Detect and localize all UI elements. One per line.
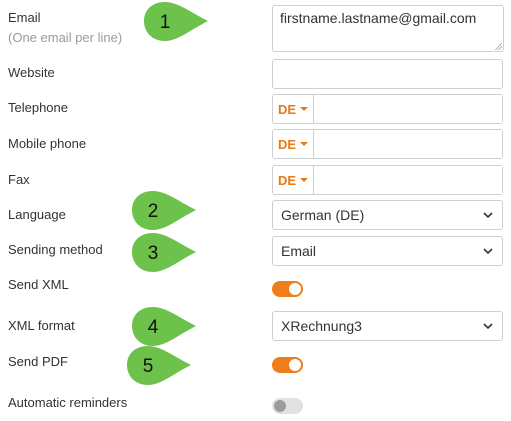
chevron-down-icon (483, 248, 493, 255)
callout-marker-4: 4 (132, 307, 196, 346)
svg-text:3: 3 (148, 243, 159, 264)
website-input[interactable] (272, 59, 503, 89)
svg-text:4: 4 (148, 317, 159, 338)
callout-marker-5: 5 (127, 346, 191, 385)
chevron-down-icon (483, 212, 493, 219)
telephone-country-dropdown[interactable]: DE (273, 95, 314, 123)
send-xml-label: Send XML (8, 277, 69, 292)
fax-field: DE (272, 165, 503, 195)
xml-format-value: XRechnung3 (281, 318, 362, 334)
sending-method-value: Email (281, 243, 317, 259)
send-pdf-toggle[interactable] (272, 357, 303, 373)
caret-down-icon (300, 107, 309, 111)
email-label: Email (8, 10, 41, 25)
callout-marker-1: 1 (144, 2, 208, 41)
svg-text:1: 1 (160, 12, 171, 33)
callout-marker-2: 2 (132, 191, 196, 230)
telephone-label: Telephone (8, 100, 68, 115)
caret-down-icon (300, 178, 309, 182)
auto-reminders-toggle[interactable] (272, 398, 303, 414)
telephone-field: DE (272, 94, 503, 124)
resize-grip-icon[interactable] (494, 42, 502, 50)
language-select[interactable]: German (DE) (272, 200, 503, 230)
sending-method-select[interactable]: Email (272, 236, 503, 266)
email-textarea[interactable]: firstname.lastname@gmail.com (272, 5, 504, 52)
send-xml-toggle[interactable] (272, 281, 303, 297)
language-value: German (DE) (281, 207, 365, 223)
svg-text:5: 5 (143, 356, 154, 377)
language-label: Language (8, 207, 66, 222)
toggle-knob (289, 283, 301, 295)
mobile-label: Mobile phone (8, 136, 87, 151)
country-code: DE (277, 101, 297, 117)
fax-country-dropdown[interactable]: DE (273, 166, 314, 194)
callout-marker-3: 3 (132, 233, 196, 272)
xml-format-select[interactable]: XRechnung3 (272, 311, 503, 341)
send-pdf-label: Send PDF (8, 354, 68, 369)
sending-method-label: Sending method (8, 242, 103, 257)
country-code: DE (277, 172, 297, 188)
mobile-input[interactable] (314, 130, 502, 158)
website-label: Website (8, 65, 55, 80)
svg-text:2: 2 (148, 201, 159, 222)
xml-format-label: XML format (8, 318, 75, 333)
toggle-knob (274, 400, 286, 412)
fax-label: Fax (8, 172, 30, 187)
auto-reminders-label: Automatic reminders (8, 395, 128, 410)
chevron-down-icon (483, 323, 493, 330)
caret-down-icon (300, 142, 309, 146)
country-code: DE (277, 136, 297, 152)
fax-input[interactable] (314, 166, 502, 194)
mobile-field: DE (272, 129, 503, 159)
toggle-knob (289, 359, 301, 371)
telephone-input[interactable] (314, 95, 502, 123)
mobile-country-dropdown[interactable]: DE (273, 130, 314, 158)
email-sublabel: (One email per line) (8, 30, 123, 45)
